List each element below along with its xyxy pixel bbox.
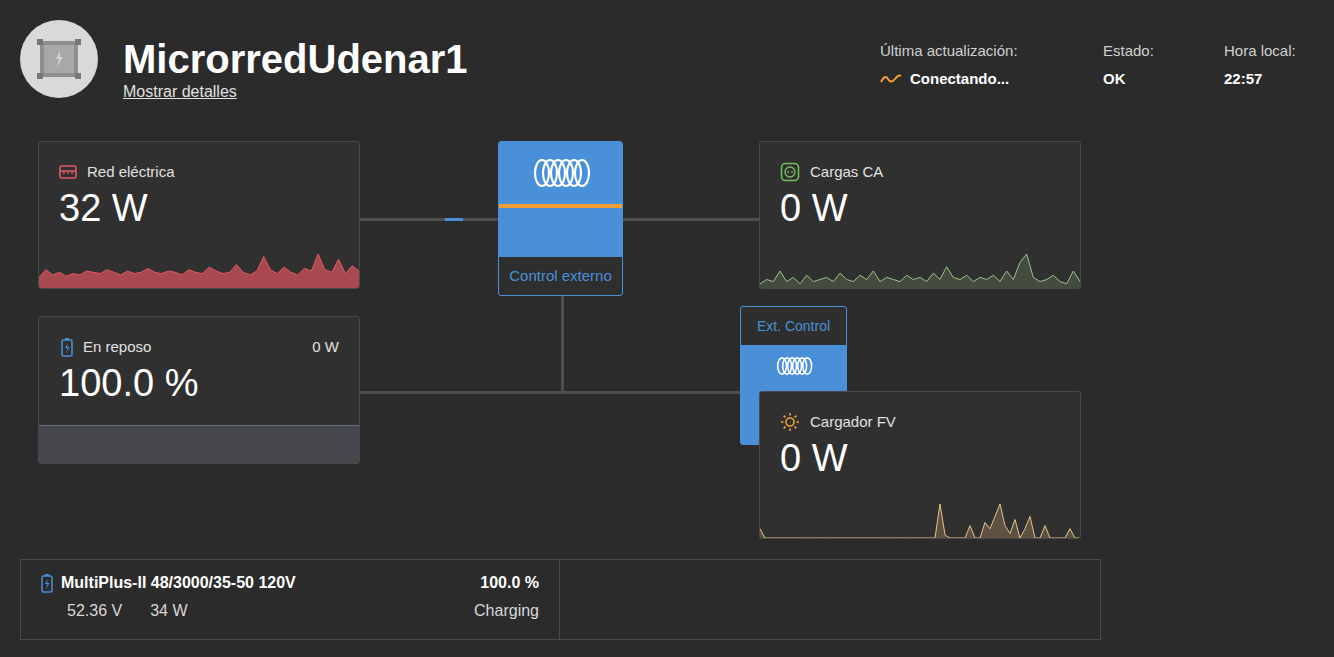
pv-chart xyxy=(760,502,1080,538)
victron-logo-icon xyxy=(526,157,596,189)
ext-control-label: Ext. Control xyxy=(741,307,846,345)
connector-line xyxy=(360,218,498,221)
inverter-mode: Control externo xyxy=(499,257,622,295)
status-area: Última actualización: Conectando...Estado… xyxy=(880,41,1334,89)
device-name: MultiPlus-II 48/3000/35-50 120V xyxy=(61,572,296,594)
ac-loads-card[interactable]: Cargas CA0 W xyxy=(759,141,1081,289)
status-label: Hora local: xyxy=(1224,41,1314,61)
device-row[interactable]: MultiPlus-II 48/3000/35-50 120V 52.36 V 34… xyxy=(21,560,560,639)
card-value: 0 W xyxy=(760,186,1080,230)
battery-icon xyxy=(61,337,73,357)
device-power: 34 W xyxy=(150,600,187,622)
details-link[interactable]: Mostrar detalles xyxy=(123,82,237,102)
site-title-block: MicrorredUdenar1Mostrar detalles xyxy=(123,36,468,102)
card-header: En reposo0 W xyxy=(39,317,359,357)
status-item: Estado: OK xyxy=(1103,41,1224,89)
outlet-icon xyxy=(780,162,800,182)
status-item: Última actualización: Conectando... xyxy=(880,41,1103,89)
flow-indicator xyxy=(445,218,463,221)
header: MicrorredUdenar1Mostrar detalles Última a… xyxy=(0,0,1334,130)
loads-chart xyxy=(760,252,1080,288)
grid-chart xyxy=(39,252,359,288)
status-label: Última actualización: xyxy=(880,41,1103,61)
card-header: Cargador FV xyxy=(760,392,1080,432)
victron-logo-small-icon xyxy=(772,353,816,379)
status-item: Hora local: 22:57 xyxy=(1224,41,1314,89)
card-header: Red eléctrica xyxy=(39,142,359,182)
device-battery-icon xyxy=(41,573,53,593)
card-value: 32 W xyxy=(39,186,359,230)
site-avatar xyxy=(20,20,98,98)
grid-card[interactable]: Red eléctrica32 W xyxy=(38,141,360,289)
system-diagram: Red eléctrica32 W En reposo0 W100.0 % Cont… xyxy=(0,130,1334,550)
status-value: Conectando... xyxy=(880,69,1103,89)
status-value: 22:57 xyxy=(1224,69,1314,89)
battery-card[interactable]: En reposo0 W100.0 % xyxy=(38,316,360,464)
site-name: MicrorredUdenar1 xyxy=(123,36,468,82)
grid-icon xyxy=(59,164,77,180)
card-header: Cargas CA xyxy=(760,142,1080,182)
connector-line xyxy=(623,218,759,221)
battery-power: 0 W xyxy=(312,337,339,357)
device-state: Charging xyxy=(474,600,539,622)
device-soc: 100.0 % xyxy=(480,572,539,594)
battery-fill xyxy=(39,425,359,463)
connector-line xyxy=(360,391,740,394)
inverter-node[interactable]: Control externo xyxy=(498,141,623,296)
connector-line xyxy=(561,296,564,392)
dashboard: MicrorredUdenar1Mostrar detalles Última a… xyxy=(0,0,1334,657)
device-voltage: 52.36 V xyxy=(67,600,122,622)
connecting-icon xyxy=(880,73,902,85)
status-value: OK xyxy=(1103,69,1224,89)
site-device-icon xyxy=(34,37,84,81)
card-value: 100.0 % xyxy=(39,361,359,405)
card-value: 0 W xyxy=(760,436,1080,480)
sun-icon xyxy=(780,412,800,432)
pv-charger-card[interactable]: Cargador FV0 W xyxy=(759,391,1081,539)
device-panel: MultiPlus-II 48/3000/35-50 120V 52.36 V 34… xyxy=(20,559,1101,640)
status-label: Estado: xyxy=(1103,41,1224,61)
